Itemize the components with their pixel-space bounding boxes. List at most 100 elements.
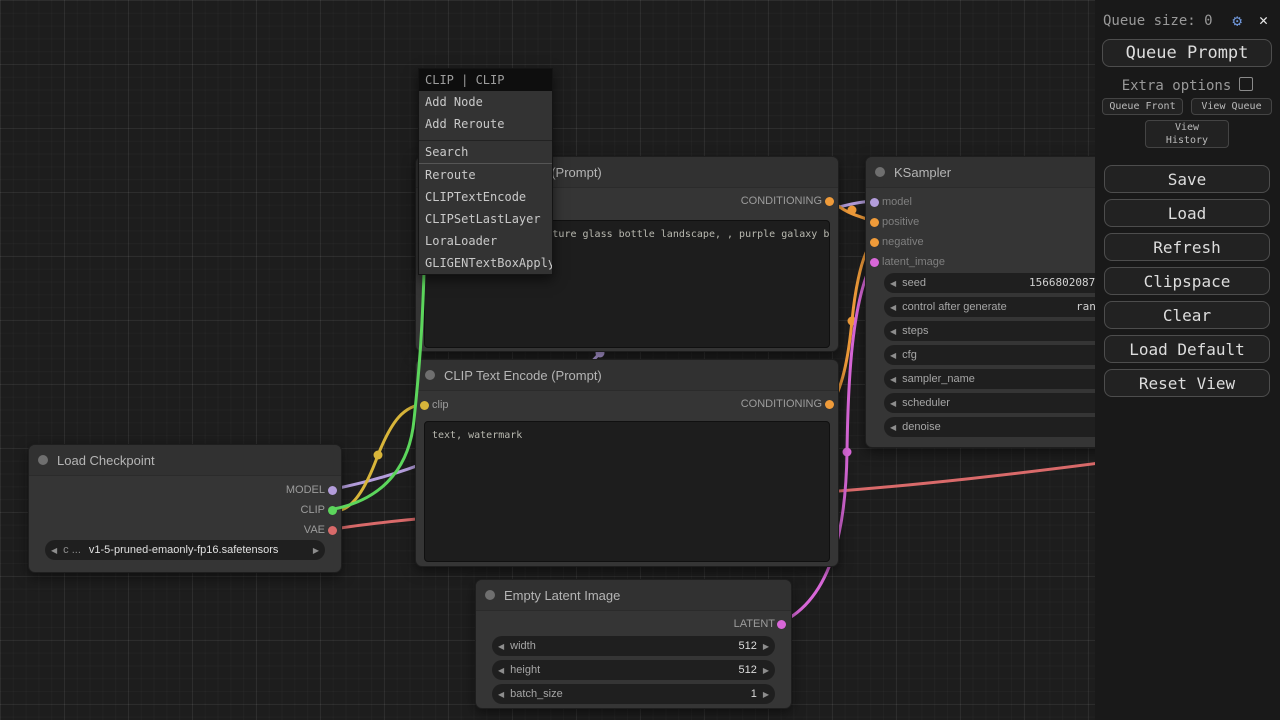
menu-item-clipsetlastlayer[interactable]: CLIPSetLastLayer [419, 208, 552, 230]
settings-gear-icon[interactable]: ⚙ [1232, 11, 1242, 30]
left-arrow-icon[interactable]: ◀ [884, 303, 902, 312]
view-history-button[interactable]: View History [1145, 120, 1229, 148]
node-header[interactable]: CLIP Text Encode (Prompt) [416, 360, 838, 391]
queue-buttons-row: Queue Front View Queue [1102, 98, 1272, 115]
widget-label: height [510, 664, 540, 676]
prompt-textarea[interactable]: text, watermark [424, 421, 830, 562]
sidebar-menu: Queue size: 0 ⚙ ✕ Queue Prompt Extra opt… [1095, 0, 1280, 720]
node-load-checkpoint[interactable]: Load Checkpoint MODEL CLIP VAE ◀ c ... v… [28, 444, 342, 573]
right-arrow-icon[interactable]: ▶ [757, 690, 775, 699]
left-arrow-icon[interactable]: ◀ [45, 546, 63, 555]
node-ksampler[interactable]: KSampler model positive negative latent_… [865, 156, 1132, 448]
clipspace-button[interactable]: Clipspace [1104, 267, 1270, 295]
collapse-dot[interactable] [425, 370, 435, 380]
context-menu-title: CLIP | CLIP [419, 69, 552, 91]
output-port-vae[interactable] [328, 526, 337, 535]
widget-value: 1566802087 [1029, 276, 1095, 289]
output-port-conditioning[interactable] [825, 197, 834, 206]
queue-prompt-button[interactable]: Queue Prompt [1102, 39, 1272, 67]
ckpt-name-combo[interactable]: ◀ c ... v1-5-pruned-emaonly-fp16.safeten… [45, 540, 325, 560]
node-empty-latent-image[interactable]: Empty Latent Image LATENT ◀ width 512 ▶ … [475, 579, 792, 709]
left-arrow-icon[interactable]: ◀ [884, 375, 902, 384]
node-title: Load Checkpoint [57, 453, 155, 468]
seed-widget[interactable]: ◀ seed 1566802087 [884, 273, 1118, 293]
node-clip-text-encode-bottom[interactable]: CLIP Text Encode (Prompt) clip CONDITION… [415, 359, 839, 567]
reset-view-button[interactable]: Reset View [1104, 369, 1270, 397]
node-title: Empty Latent Image [504, 588, 620, 603]
input-port-clip[interactable] [420, 401, 429, 410]
menu-item-add-node[interactable]: Add Node [419, 91, 552, 113]
widget-label: steps [902, 325, 928, 337]
widget-value: 512 [738, 640, 756, 652]
menu-item-gligentextboxapply[interactable]: GLIGENTextBoxApply [419, 252, 552, 274]
input-port-latent-image[interactable] [870, 258, 879, 267]
output-label-clip: CLIP [301, 504, 325, 516]
control-after-generate-widget[interactable]: ◀ control after generate randomize [884, 297, 1118, 317]
node-header[interactable]: Load Checkpoint [29, 445, 341, 476]
input-label-positive: positive [882, 216, 919, 228]
left-arrow-icon[interactable]: ◀ [492, 690, 510, 699]
widget-label: seed [902, 277, 926, 289]
widget-label: batch_size [510, 688, 563, 700]
menu-item-cliptextencode[interactable]: CLIPTextEncode [419, 186, 552, 208]
queue-size-label: Queue size: 0 [1103, 13, 1213, 29]
left-arrow-icon[interactable]: ◀ [884, 399, 902, 408]
collapse-dot[interactable] [38, 455, 48, 465]
widget-label: denoise [902, 421, 941, 433]
close-icon[interactable]: ✕ [1259, 11, 1268, 29]
view-queue-button[interactable]: View Queue [1191, 98, 1272, 115]
menu-item-add-reroute[interactable]: Add Reroute [419, 113, 552, 135]
batch-size-widget[interactable]: ◀ batch_size 1 ▶ [492, 684, 775, 704]
save-button[interactable]: Save [1104, 165, 1270, 193]
menu-item-loraloader[interactable]: LoraLoader [419, 230, 552, 252]
widget-label: sampler_name [902, 373, 975, 385]
menu-item-search[interactable]: Search [419, 140, 552, 164]
input-port-model[interactable] [870, 198, 879, 207]
output-port-conditioning[interactable] [825, 400, 834, 409]
left-arrow-icon[interactable]: ◀ [884, 279, 902, 288]
load-default-button[interactable]: Load Default [1104, 335, 1270, 363]
left-arrow-icon[interactable]: ◀ [884, 327, 902, 336]
output-label-model: MODEL [286, 484, 325, 496]
input-port-positive[interactable] [870, 218, 879, 227]
clear-button[interactable]: Clear [1104, 301, 1270, 329]
steps-widget[interactable]: ◀ steps [884, 321, 1118, 341]
left-arrow-icon[interactable]: ◀ [492, 666, 510, 675]
output-port-latent[interactable] [777, 620, 786, 629]
left-arrow-icon[interactable]: ◀ [884, 351, 902, 360]
right-arrow-icon[interactable]: ▶ [757, 642, 775, 651]
widget-value: 512 [738, 664, 756, 676]
collapse-dot[interactable] [485, 590, 495, 600]
extra-options-row: Extra options [1095, 77, 1280, 94]
input-label-latent-image: latent_image [882, 256, 945, 268]
scheduler-widget[interactable]: ◀ scheduler [884, 393, 1118, 413]
node-header[interactable]: Empty Latent Image [476, 580, 791, 611]
context-menu: CLIP | CLIP Add Node Add Reroute Search … [418, 68, 553, 275]
menu-item-reroute[interactable]: Reroute [419, 164, 552, 186]
refresh-button[interactable]: Refresh [1104, 233, 1270, 261]
widget-label: width [510, 640, 536, 652]
queue-front-button[interactable]: Queue Front [1102, 98, 1183, 115]
cfg-widget[interactable]: ◀ cfg [884, 345, 1118, 365]
denoise-widget[interactable]: ◀ denoise [884, 417, 1118, 437]
height-widget[interactable]: ◀ height 512 ▶ [492, 660, 775, 680]
node-title: CLIP Text Encode (Prompt) [444, 368, 602, 383]
load-button[interactable]: Load [1104, 199, 1270, 227]
collapse-dot[interactable] [875, 167, 885, 177]
ckpt-value: v1-5-pruned-emaonly-fp16.safetensors [89, 544, 279, 556]
output-port-clip[interactable] [328, 506, 337, 515]
node-header[interactable]: KSampler [866, 157, 1131, 188]
node-title: KSampler [894, 165, 951, 180]
extra-options-checkbox[interactable] [1239, 77, 1253, 91]
output-label-conditioning: CONDITIONING [741, 195, 822, 207]
width-widget[interactable]: ◀ width 512 ▶ [492, 636, 775, 656]
left-arrow-icon[interactable]: ◀ [492, 642, 510, 651]
input-label-clip: clip [432, 399, 449, 411]
widget-label: scheduler [902, 397, 950, 409]
input-port-negative[interactable] [870, 238, 879, 247]
right-arrow-icon[interactable]: ▶ [757, 666, 775, 675]
sampler-name-widget[interactable]: ◀ sampler_name [884, 369, 1118, 389]
output-port-model[interactable] [328, 486, 337, 495]
left-arrow-icon[interactable]: ◀ [884, 423, 902, 432]
right-arrow-icon[interactable]: ▶ [307, 546, 325, 555]
